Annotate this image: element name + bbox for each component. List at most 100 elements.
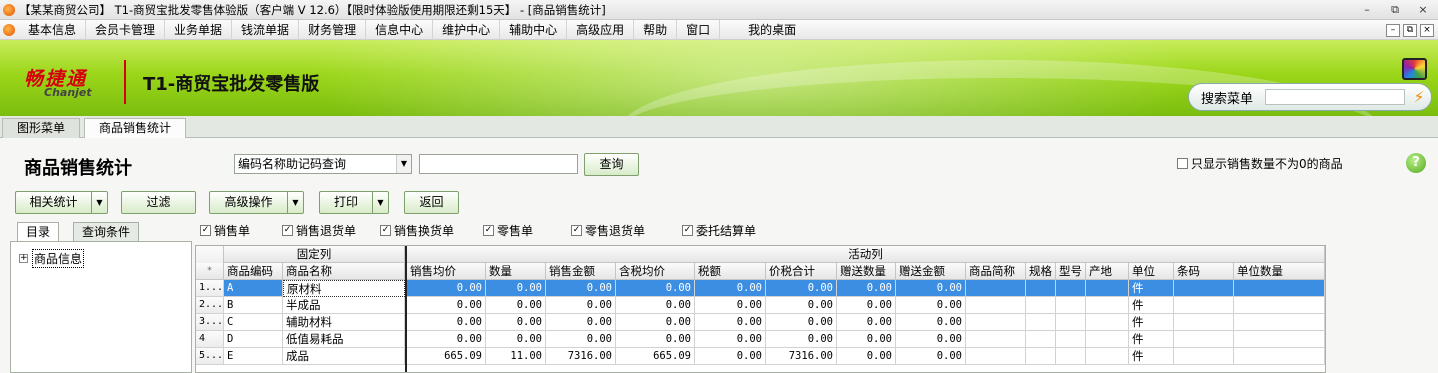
cell-model[interactable] bbox=[1056, 348, 1086, 365]
cell-code[interactable]: C bbox=[224, 314, 283, 331]
tab-graphic-menu[interactable]: 图形菜单 bbox=[2, 118, 81, 138]
cell-amount[interactable]: 0.00 bbox=[546, 314, 616, 331]
cell-unit[interactable]: 件 bbox=[1129, 297, 1174, 314]
lightning-icon[interactable]: ⚡ bbox=[1411, 88, 1427, 106]
cell-short-name[interactable] bbox=[966, 280, 1026, 297]
row-index[interactable]: 4 bbox=[196, 331, 224, 348]
cell-gift-qty[interactable]: 0.00 bbox=[837, 331, 896, 348]
filter-retail-return[interactable]: ✓ 零售退货单 bbox=[571, 222, 645, 239]
cell-short-name[interactable] bbox=[966, 331, 1026, 348]
only-nonzero-checkbox[interactable] bbox=[1177, 158, 1188, 169]
cell-unit[interactable]: 件 bbox=[1129, 348, 1174, 365]
tree-node-product-info[interactable]: + 商品信息 bbox=[19, 249, 85, 268]
filter-button[interactable]: 过滤 bbox=[121, 191, 196, 214]
tree-node-label[interactable]: 商品信息 bbox=[32, 249, 85, 268]
query-button[interactable]: 查询 bbox=[584, 153, 639, 176]
row-index[interactable]: 1... bbox=[196, 280, 224, 297]
cell-tax[interactable]: 0.00 bbox=[695, 280, 766, 297]
cell-short-name[interactable] bbox=[966, 348, 1026, 365]
cell-barcode[interactable] bbox=[1174, 314, 1234, 331]
cell-sale-avg[interactable]: 0.00 bbox=[407, 314, 486, 331]
col-header-tax[interactable]: 税额 bbox=[695, 263, 766, 280]
cell-total[interactable]: 0.00 bbox=[766, 314, 837, 331]
cell-code[interactable]: A bbox=[224, 280, 283, 297]
mdi-restore-icon[interactable]: ⧉ bbox=[1403, 24, 1417, 37]
cell-gift-amt[interactable]: 0.00 bbox=[896, 348, 966, 365]
cell-spec[interactable] bbox=[1026, 331, 1056, 348]
col-header-unit-qty[interactable]: 单位数量 bbox=[1234, 263, 1325, 280]
cell-origin[interactable] bbox=[1086, 348, 1129, 365]
chevron-down-icon[interactable]: ▼ bbox=[91, 192, 107, 213]
cell-model[interactable] bbox=[1056, 314, 1086, 331]
filter-sales-return[interactable]: ✓ 销售退货单 bbox=[282, 222, 356, 239]
cell-unit[interactable]: 件 bbox=[1129, 331, 1174, 348]
cell-tax[interactable]: 0.00 bbox=[695, 331, 766, 348]
table-row[interactable]: 4 D 低值易耗品 0.00 0.00 0.00 0.00 0.00 0.00 0.00 0.00 件 bbox=[196, 331, 1325, 348]
cell-unit[interactable]: 件 bbox=[1129, 314, 1174, 331]
restore-button[interactable]: ⧉ bbox=[1384, 2, 1406, 17]
cell-code[interactable]: D bbox=[224, 331, 283, 348]
table-row[interactable]: 3... C 辅助材料 0.00 0.00 0.00 0.00 0.00 0.00 0.00 0.0… bbox=[196, 314, 1325, 331]
cell-qty[interactable]: 0.00 bbox=[486, 331, 546, 348]
cell-unit-qty[interactable] bbox=[1234, 314, 1325, 331]
table-row[interactable]: 2... B 半成品 0.00 0.00 0.00 0.00 0.00 0.00 0.00 0.00… bbox=[196, 297, 1325, 314]
advanced-ops-button[interactable]: 高级操作 ▼ bbox=[209, 191, 304, 214]
mdi-minimize-icon[interactable]: – bbox=[1386, 24, 1400, 37]
cell-sale-avg[interactable]: 0.00 bbox=[407, 297, 486, 314]
cell-amount[interactable]: 0.00 bbox=[546, 280, 616, 297]
menu-advanced[interactable]: 高级应用 bbox=[567, 19, 635, 40]
cell-short-name[interactable] bbox=[966, 297, 1026, 314]
table-row[interactable]: 1... A 原材料 0.00 0.00 0.00 0.00 0.00 0.00 0.00 0.00… bbox=[196, 280, 1325, 297]
cell-gift-qty[interactable]: 0.00 bbox=[837, 314, 896, 331]
query-input[interactable] bbox=[419, 154, 578, 174]
cell-code[interactable]: B bbox=[224, 297, 283, 314]
cell-origin[interactable] bbox=[1086, 331, 1129, 348]
cell-tax-avg[interactable]: 0.00 bbox=[616, 297, 695, 314]
cell-unit-qty[interactable] bbox=[1234, 331, 1325, 348]
row-index[interactable]: 3... bbox=[196, 314, 224, 331]
row-index[interactable]: 5... bbox=[196, 348, 224, 365]
menu-cash-docs[interactable]: 钱流单据 bbox=[232, 19, 300, 40]
cell-name[interactable]: 辅助材料 bbox=[283, 314, 405, 331]
checkbox[interactable]: ✓ bbox=[380, 225, 391, 236]
frozen-column-divider[interactable] bbox=[405, 246, 407, 372]
back-button[interactable]: 返回 bbox=[404, 191, 459, 214]
close-button[interactable]: × bbox=[1412, 2, 1434, 17]
filter-sales-order[interactable]: ✓ 销售单 bbox=[200, 222, 250, 239]
cell-qty[interactable]: 0.00 bbox=[486, 297, 546, 314]
minimize-button[interactable]: – bbox=[1356, 2, 1378, 17]
cell-spec[interactable] bbox=[1026, 297, 1056, 314]
cell-unit-qty[interactable] bbox=[1234, 348, 1325, 365]
checkbox[interactable]: ✓ bbox=[200, 225, 211, 236]
menu-window[interactable]: 窗口 bbox=[677, 19, 721, 40]
cell-name[interactable]: 低值易耗品 bbox=[283, 331, 405, 348]
cell-name[interactable]: 半成品 bbox=[283, 297, 405, 314]
cell-spec[interactable] bbox=[1026, 348, 1056, 365]
cell-model[interactable] bbox=[1056, 331, 1086, 348]
col-header-model[interactable]: 型号 bbox=[1056, 263, 1086, 280]
col-header-amount[interactable]: 销售金额 bbox=[546, 263, 616, 280]
help-icon[interactable]: ? bbox=[1406, 153, 1426, 173]
print-button[interactable]: 打印 ▼ bbox=[319, 191, 389, 214]
checkbox[interactable]: ✓ bbox=[571, 225, 582, 236]
cell-tax[interactable]: 0.00 bbox=[695, 314, 766, 331]
tab-query-conditions[interactable]: 查询条件 bbox=[73, 222, 140, 242]
cell-name[interactable]: 成品 bbox=[283, 348, 405, 365]
col-header-name[interactable]: 商品名称 bbox=[283, 263, 405, 280]
filter-sales-exchange[interactable]: ✓ 销售换货单 bbox=[380, 222, 454, 239]
tab-catalog[interactable]: 目录 bbox=[17, 222, 60, 242]
cell-tax[interactable]: 0.00 bbox=[695, 348, 766, 365]
col-header-unit[interactable]: 单位 bbox=[1129, 263, 1174, 280]
menu-basic-info[interactable]: 基本信息 bbox=[19, 19, 87, 40]
cell-tax-avg[interactable]: 0.00 bbox=[616, 314, 695, 331]
only-nonzero-option[interactable]: 只显示销售数量不为0的商品 bbox=[1177, 155, 1343, 172]
cell-amount[interactable]: 7316.00 bbox=[546, 348, 616, 365]
cell-qty[interactable]: 11.00 bbox=[486, 348, 546, 365]
checkbox[interactable]: ✓ bbox=[483, 225, 494, 236]
cell-unit-qty[interactable] bbox=[1234, 297, 1325, 314]
windows-logo-icon[interactable] bbox=[1402, 58, 1427, 80]
cell-gift-qty[interactable]: 0.00 bbox=[837, 348, 896, 365]
filter-consign-settle[interactable]: ✓ 委托结算单 bbox=[682, 222, 756, 239]
cell-barcode[interactable] bbox=[1174, 348, 1234, 365]
col-header-qty[interactable]: 数量 bbox=[486, 263, 546, 280]
